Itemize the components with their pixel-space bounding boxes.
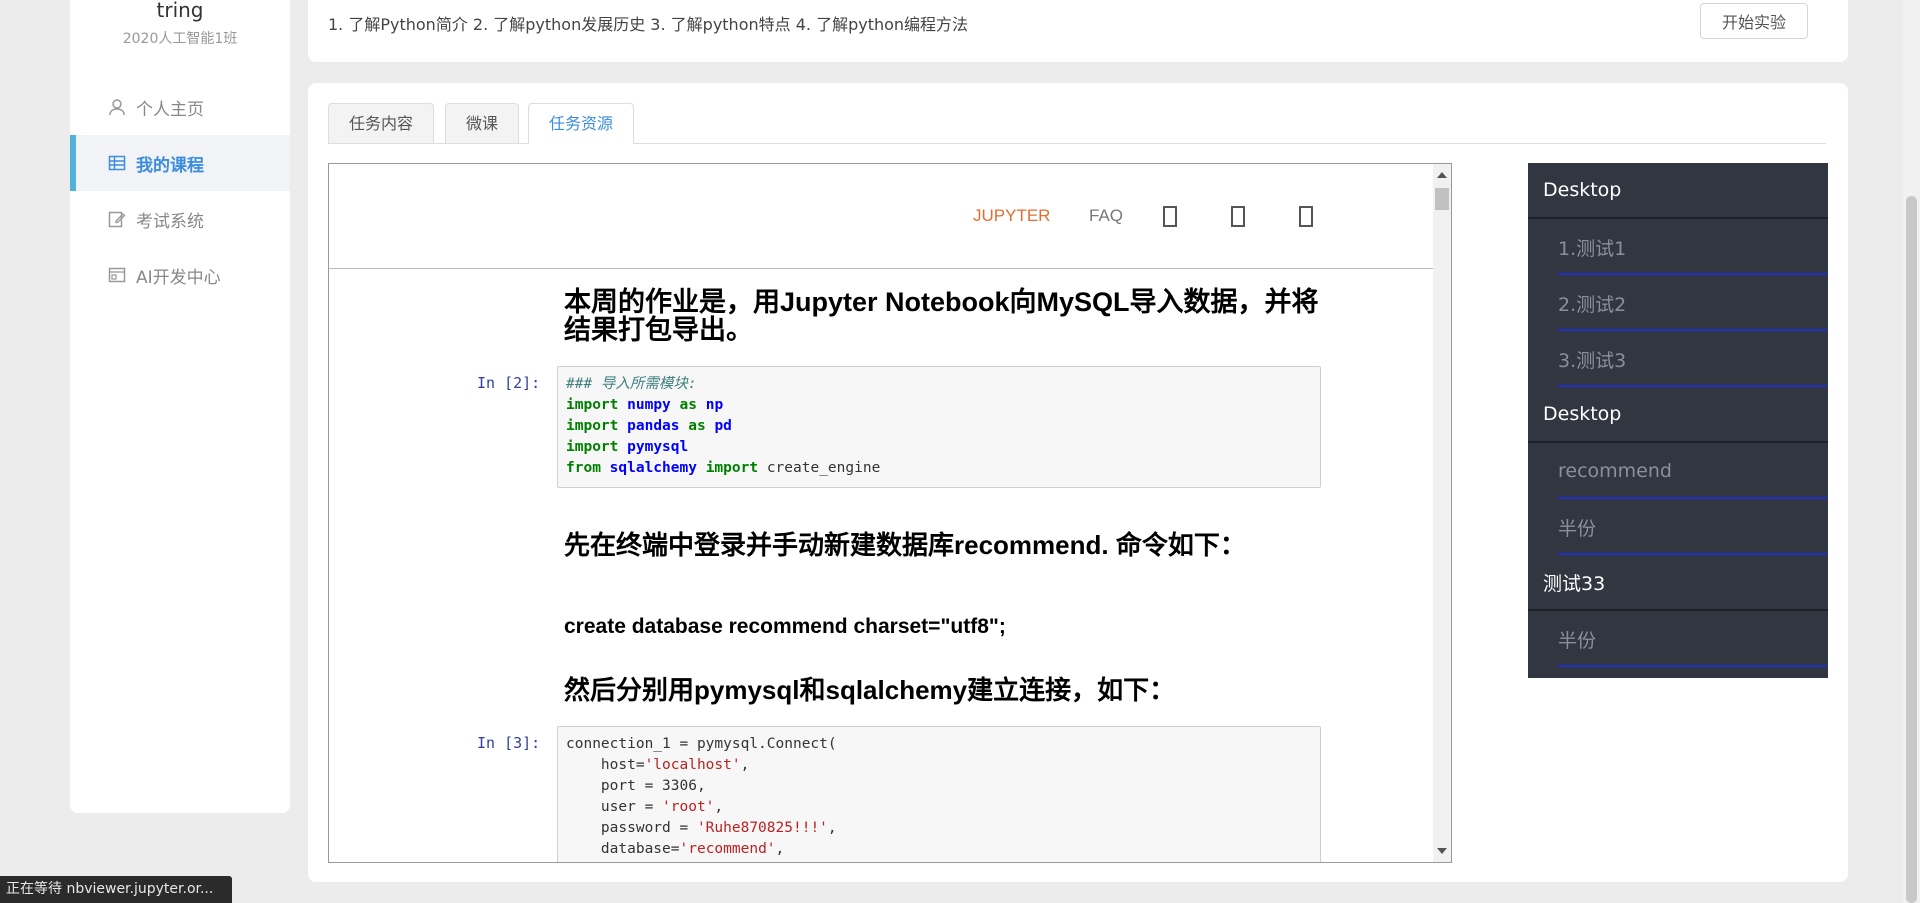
scroll-thumb[interactable] [1435,188,1449,210]
sidebar-item-label: 我的课程 [136,155,204,176]
sidebar-nav: 个人主页 我的课程 考试系统 AI开发中心 [70,79,290,303]
code-cell-connection: connection_1 = pymysql.Connect( host='lo… [557,726,1321,862]
tree-folder[interactable]: Desktop [1528,387,1828,443]
cell-prompt: In [2]: [477,374,541,392]
tab-task-resources[interactable]: 任务资源 [528,103,635,144]
tree-folder[interactable]: Desktop [1528,163,1828,219]
sidebar-item-label: AI开发中心 [136,267,221,288]
faq-link[interactable]: FAQ [1089,206,1123,226]
tree-file[interactable]: 2.测试2 [1528,275,1828,331]
browser-status-bar: 正在等待 nbviewer.jupyter.or... [0,876,232,903]
notebook-header: JUPYTER FAQ [329,164,1433,269]
user-class: 2020人工智能1班 [122,31,238,47]
course-table-icon [108,154,126,172]
tree-file[interactable]: 1.测试1 [1528,219,1828,275]
task-card: 任务内容 微课 任务资源 JUPYTER FAQ 本周的作业是，用Jupyter… [308,83,1848,882]
experiment-goals: 1. 了解Python简介 2. 了解python发展历史 3. 了解pytho… [328,15,969,34]
code-cell-imports: ### 导入所需模块: import numpy as np import pa… [557,366,1321,488]
sidebar-item-my-courses[interactable]: 我的课程 [70,135,290,191]
dev-center-icon [108,266,126,284]
notebook-sql-command: create database recommend charset="utf8"… [564,615,1006,638]
user-icon [108,98,126,116]
scroll-up-icon[interactable] [1437,172,1447,178]
edit-icon [108,210,126,228]
tree-file[interactable]: recommend [1528,443,1828,499]
sidebar: tring 2020人工智能1班 个人主页 我的课程 考试系统 AI开发中心 [70,0,290,813]
tab-micro-lesson[interactable]: 微课 [445,103,520,143]
task-tabs: 任务内容 微课 任务资源 [328,103,1826,144]
page-scroll-thumb[interactable] [1906,196,1917,903]
sidebar-item-label: 个人主页 [136,99,204,120]
code-line: ### 导入所需模块: [566,376,697,392]
user-name: tring [156,0,204,22]
tree-folder[interactable]: 测试33 [1528,555,1828,611]
notebook-heading-create-db: 先在终端中登录并手动新建数据库recommend. 命令如下： [564,530,1246,560]
tree-file[interactable]: 半份 [1528,611,1828,667]
page-scrollbar[interactable] [1903,0,1920,903]
notebook-viewer[interactable]: JUPYTER FAQ 本周的作业是，用Jupyter Notebook向MyS… [328,163,1452,863]
experiment-goals-card: 1. 了解Python简介 2. 了解python发展历史 3. 了解pytho… [308,0,1848,62]
sidebar-item-label: 考试系统 [136,211,204,232]
resource-tree: Desktop 1.测试1 2.测试2 3.测试3 Desktop recomm… [1528,163,1828,678]
code-line: connection_1 = pymysql.Connect( [566,736,837,752]
sidebar-item-exam[interactable]: 考试系统 [70,191,290,247]
sidebar-item-ai-dev[interactable]: AI开发中心 [70,247,290,303]
notebook-heading-connect: 然后分别用pymysql和sqlalchemy建立连接，如下： [564,675,1176,705]
start-experiment-button[interactable]: 开始实验 [1700,3,1808,39]
tab-task-content[interactable]: 任务内容 [328,103,435,143]
scroll-down-icon[interactable] [1437,848,1447,854]
jupyter-link[interactable]: JUPYTER [973,206,1050,226]
download-icon[interactable] [1163,206,1177,227]
tree-file[interactable]: 半份 [1528,499,1828,555]
cell-prompt: In [3]: [477,734,541,752]
sidebar-item-home[interactable]: 个人主页 [70,79,290,135]
notebook-title: 本周的作业是，用Jupyter Notebook向MySQL导入数据，并将结果打… [564,287,1319,345]
print-icon[interactable] [1299,206,1313,227]
github-icon[interactable] [1231,206,1245,227]
tree-file[interactable]: 3.测试3 [1528,331,1828,387]
notebook-scrollbar[interactable] [1433,164,1451,862]
